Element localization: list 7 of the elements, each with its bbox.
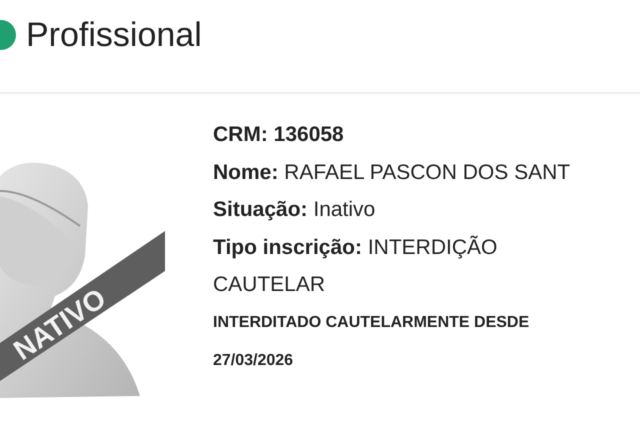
field-text: Situação: Inativo — [213, 197, 376, 223]
status-note: INTERDITADO CAUTELARMENTE DESDE 27/03/2026 — [213, 312, 530, 370]
field-text: Tipo inscrição: INTERDIÇÃO CAUTELAR — [213, 234, 498, 298]
page-title: Profissional — [26, 18, 202, 52]
field-text: CRM: 136058 — [213, 122, 345, 148]
logo-icon — [0, 18, 16, 52]
field-text: Nome: RAFAEL PASCON DOS SANT — [213, 160, 572, 186]
